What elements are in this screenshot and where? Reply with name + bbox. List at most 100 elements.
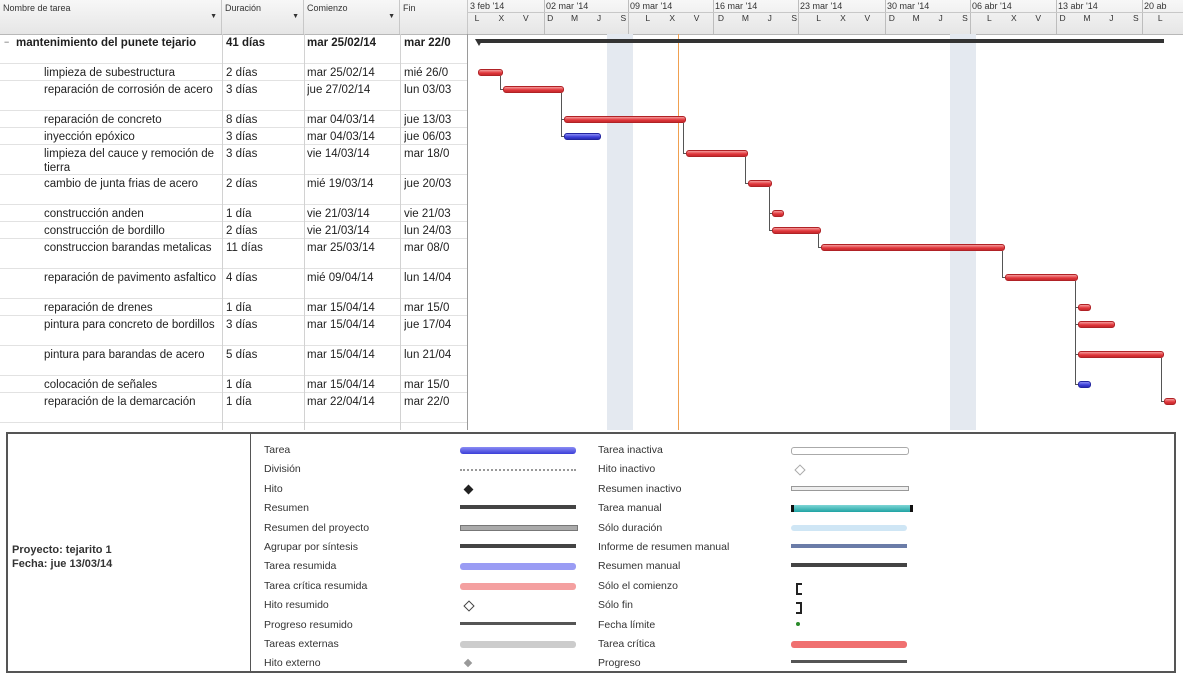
legend-label: División — [264, 463, 301, 476]
critical-task-bar[interactable] — [563, 116, 687, 123]
dropdown-arrow-icon[interactable]: ▼ — [292, 13, 299, 20]
legend-label: Tarea crítica — [598, 638, 656, 650]
critical-task-bar[interactable] — [1078, 321, 1115, 328]
task-row[interactable]: construccion barandas metalicas 11 días ma… — [0, 239, 468, 269]
legend-label: Tarea crítica resumida — [264, 579, 368, 592]
column-header-duration-label: Duración — [225, 3, 262, 13]
legend-label: Tarea — [264, 444, 291, 456]
critical-task-bar[interactable] — [747, 180, 772, 187]
legend-swatch — [463, 659, 473, 668]
legend-label: Sólo duración — [598, 521, 663, 534]
task-row[interactable]: colocación de señales 1 día mar 15/04/14 ma… — [0, 376, 468, 393]
critical-task-bar[interactable] — [821, 244, 1005, 251]
column-header-name[interactable]: Nombre de tarea ▼ — [0, 0, 222, 34]
legend-swatch — [460, 563, 576, 571]
task-start: mié 19/03/14 — [307, 178, 374, 190]
task-row[interactable]: reparación de la demarcación 1 día mar 22/… — [0, 393, 468, 423]
task-row[interactable]: limpieza del cauce y remoción de tierra 3… — [0, 145, 468, 175]
task-duration: 1 día — [226, 208, 252, 220]
timescale-week-label: 30 mar '14 — [887, 1, 930, 11]
collapse-icon[interactable]: − — [4, 37, 9, 47]
task-row[interactable]: reparación de concreto 8 días mar 04/03/14… — [0, 111, 468, 128]
project-name: Proyecto: tejarito 1 — [12, 544, 112, 556]
task-row[interactable]: reparación de drenes 1 día mar 15/04/14 mar… — [0, 299, 468, 316]
task-start: mié 09/04/14 — [307, 272, 374, 284]
task-row[interactable]: cambio de junta frias de acero 2 días mié … — [0, 175, 468, 205]
dependency-link — [683, 153, 687, 154]
summary-task-row[interactable]: − mantenimiento del punete tejario 41 días… — [0, 34, 468, 64]
summary-bar[interactable] — [475, 39, 1164, 46]
dropdown-arrow-icon[interactable]: ▼ — [388, 13, 395, 20]
task-finish: mar 08/0 — [404, 242, 450, 254]
task-name: limpieza del cauce y remoción de tierra — [44, 148, 215, 174]
legend-label: Sólo el comienzo — [598, 579, 678, 592]
dropdown-arrow-icon[interactable]: ▼ — [210, 13, 217, 20]
critical-task-bar[interactable] — [772, 210, 785, 217]
legend-swatch — [794, 464, 806, 477]
legend-swatch — [791, 563, 907, 568]
critical-task-bar[interactable] — [478, 69, 503, 76]
task-duration: 1 día — [226, 396, 252, 408]
critical-task-bar[interactable] — [772, 227, 821, 234]
column-header-start[interactable]: Comienzo ▼ — [304, 0, 400, 34]
task-start: mar 25/02/14 — [307, 37, 377, 49]
critical-task-bar[interactable] — [686, 150, 748, 157]
status-date-line — [677, 34, 679, 430]
timescale-day-label: S — [962, 13, 968, 23]
task-finish: mar 18/0 — [404, 148, 450, 160]
task-row[interactable]: inyección epóxico 3 días mar 04/03/14 jue 0… — [0, 128, 468, 145]
column-header-finish-label: Fin — [403, 3, 416, 13]
critical-task-bar[interactable] — [1078, 351, 1164, 358]
dependency-link — [744, 157, 746, 184]
critical-task-bar[interactable] — [1164, 398, 1177, 405]
legend-swatch — [460, 469, 576, 472]
legend-label: Hito — [264, 482, 283, 495]
legend-swatch — [791, 505, 913, 513]
legend-swatch — [463, 600, 475, 612]
legend-swatch — [796, 602, 802, 615]
task-finish: lun 03/03 — [404, 84, 452, 96]
legend-label: Fecha límite — [598, 618, 656, 631]
timescale-day-label: M — [571, 13, 579, 23]
timescale-week-label: 23 mar '14 — [800, 1, 843, 11]
task-start: mar 04/03/14 — [307, 131, 375, 143]
column-header-duration[interactable]: Duración ▼ — [222, 0, 304, 34]
timescale-day-label: D — [717, 13, 725, 23]
task-start: mar 15/04/14 — [307, 349, 375, 361]
report-date: Fecha: jue 13/03/14 — [12, 558, 113, 570]
task-finish: vie 21/03 — [404, 208, 451, 220]
task-name: mantenimiento del punete tejario — [16, 37, 197, 49]
task-start: mar 15/04/14 — [307, 319, 375, 331]
critical-task-bar[interactable] — [1004, 274, 1079, 281]
task-name: pintura para concreto de bordillos — [44, 319, 215, 331]
column-header-start-label: Comienzo — [307, 3, 348, 13]
task-bar[interactable] — [1078, 381, 1091, 388]
task-bar[interactable] — [563, 133, 601, 140]
dependency-link — [1001, 277, 1005, 278]
critical-task-bar[interactable] — [502, 86, 564, 93]
legend-swatch — [796, 621, 800, 626]
legend-label: Resumen manual — [598, 560, 681, 573]
task-row[interactable]: pintura para barandas de acero 5 días mar … — [0, 346, 468, 376]
timescale-day-label: L — [816, 13, 821, 23]
timescale-week-label: 02 mar '14 — [546, 1, 589, 11]
task-row[interactable]: construcción anden 1 día vie 21/03/14 vie 2… — [0, 205, 468, 222]
timescale-day-label: S — [620, 13, 627, 23]
legend-swatch — [460, 621, 576, 625]
task-row[interactable]: construcción de bordillo 2 días vie 21/03/… — [0, 222, 468, 239]
timescale-week-label: 13 abr '14 — [1058, 1, 1098, 11]
task-start: mar 25/02/14 — [307, 67, 375, 79]
timescale-day-label: X — [669, 13, 676, 23]
task-row[interactable]: reparación de corrosión de acero 3 días ju… — [0, 81, 468, 111]
timescale-day-label: V — [522, 13, 529, 23]
task-finish: mar 22/0 — [404, 37, 451, 49]
table-header: Nombre de tarea ▼ Duración ▼ Comienzo ▼ … — [0, 0, 468, 35]
timescale-week-label: 3 feb '14 — [470, 1, 505, 11]
task-name: inyección epóxico — [44, 131, 135, 143]
task-row[interactable]: pintura para concreto de bordillos 3 días… — [0, 316, 468, 346]
critical-task-bar[interactable] — [1078, 304, 1091, 311]
dependency-link — [744, 183, 748, 184]
column-header-finish[interactable]: Fin — [400, 0, 468, 34]
task-row[interactable]: limpieza de subestructura 2 días mar 25/02… — [0, 64, 468, 81]
task-row[interactable]: reparación de pavimento asfaltico 4 días m… — [0, 269, 468, 299]
